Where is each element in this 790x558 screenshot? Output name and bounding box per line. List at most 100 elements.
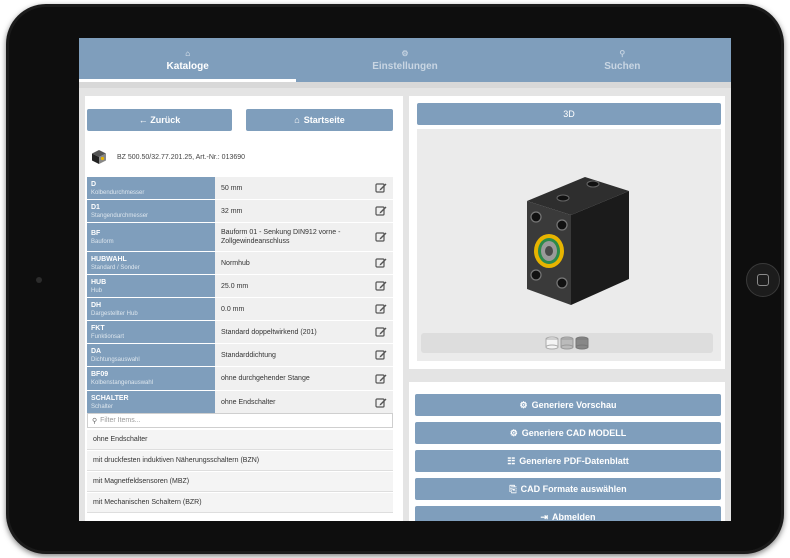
param-row[interactable]: BF Bauform Bauform 01 - Senkung DIN912 vor… (87, 223, 393, 252)
edit-icon[interactable] (369, 344, 393, 366)
option-item-label: ohne Endschalter (93, 436, 148, 443)
top-hole (586, 180, 600, 188)
param-code: D1 (91, 203, 100, 211)
param-value: 25.0 mm (215, 275, 369, 297)
cog-icon: ⚙ (519, 399, 528, 410)
cad-formats-label: CAD Formate auswählen (520, 484, 627, 494)
param-row[interactable]: DA Dichtungsauswahl Standarddichtung (87, 344, 393, 367)
param-row[interactable]: HUB Hub 25.0 mm (87, 275, 393, 298)
generate-pdf-label: Generiere PDF-Datenblatt (519, 456, 629, 466)
startseite-button[interactable]: ⌂ Startseite (246, 109, 393, 131)
tab-einstellungen[interactable]: ⚙ Einstellungen (296, 38, 513, 82)
front-hole (556, 277, 568, 289)
edit-icon[interactable] (369, 367, 393, 390)
edit-icon[interactable] (369, 252, 393, 274)
front-hole (530, 269, 542, 281)
param-key: FKT Funktionsart (87, 321, 215, 343)
logout-button[interactable]: ⇥ Abmelden (415, 506, 721, 521)
actions-panel: ⚙ Generiere Vorschau ⚙ Generiere CAD MOD… (409, 382, 725, 521)
view-mode-icons[interactable] (545, 336, 589, 350)
product-cube-icon (92, 150, 106, 164)
edit-icon[interactable] (369, 275, 393, 297)
generate-pdf-button[interactable]: ☷ Generiere PDF-Datenblatt (415, 450, 721, 472)
param-row[interactable]: FKT Funktionsart Standard doppeltwirkend (… (87, 321, 393, 344)
generate-preview-button[interactable]: ⚙ Generiere Vorschau (415, 394, 721, 416)
view-3d-button[interactable]: 3D (417, 103, 721, 125)
param-value: Standarddichtung (215, 344, 369, 366)
edit-icon[interactable] (369, 223, 393, 251)
option-item-label: mit Mechanischen Schaltern (BZR) (93, 499, 202, 506)
product-header: BZ 500.50/32.77.201.25, Art.-Nr.: 013690 (91, 146, 245, 168)
param-key: HUBWAHL Standard / Sonder (87, 252, 215, 274)
nav-button-row: ← Zurück ⌂ Startseite (87, 109, 393, 131)
tab-suchen-label: Suchen (604, 60, 641, 72)
cad-formats-button[interactable]: ⎘ CAD Formate auswählen (415, 478, 721, 500)
param-value: Standard doppeltwirkend (201) (215, 321, 369, 343)
camera-dot (36, 277, 42, 283)
back-button[interactable]: ← Zurück (87, 109, 232, 131)
edit-icon[interactable] (369, 177, 393, 199)
top-nav: ⌂ Kataloge ⚙ Einstellungen ⚲ Suchen (79, 38, 731, 82)
option-item[interactable]: mit druckfesten induktiven Näherungsscha… (87, 451, 393, 471)
filter-input-placeholder: Filter Items... (100, 417, 141, 424)
tab-kataloge[interactable]: ⌂ Kataloge (79, 38, 297, 82)
home-button-square-icon (757, 274, 769, 286)
filter-input[interactable]: ⚲ Filter Items... (87, 413, 393, 428)
parameter-table: D Kolbendurchmesser 50 mm D1 Stangendurchmes… (87, 177, 393, 415)
edit-icon[interactable] (369, 321, 393, 343)
param-name: Hub (91, 287, 103, 294)
top-hole (556, 194, 570, 202)
home-button[interactable] (746, 263, 780, 297)
3d-viewer[interactable] (417, 129, 721, 361)
home-icon: ⌂ (294, 115, 300, 125)
param-key: SCHALTER Schalter (87, 391, 215, 414)
option-item-label: mit Magnetfeldsensoren (MBZ) (93, 478, 190, 485)
tab-suchen[interactable]: ⚲ Suchen (514, 38, 731, 82)
param-row[interactable]: SCHALTER Schalter ohne Endschalter (87, 391, 393, 415)
param-value: Bauform 01 - Senkung DIN912 vorne - Zoll… (215, 223, 369, 251)
generate-cad-label: Generiere CAD MODELL (521, 428, 627, 438)
param-name: Dargestellter Hub (91, 310, 138, 317)
file-icon: ⎘ (509, 483, 517, 494)
param-code: BF (91, 229, 101, 237)
configurator-panel: ← Zurück ⌂ Startseite BZ 500.50/32.77.20… (85, 96, 403, 521)
param-row[interactable]: BF09 Kolbenstangenauswahl ohne durchgehend… (87, 367, 393, 391)
param-key: HUB Hub (87, 275, 215, 297)
sitemap-icon: ☷ (507, 455, 516, 466)
rod-center (545, 246, 553, 256)
edit-icon[interactable] (369, 391, 393, 414)
param-row[interactable]: D Kolbendurchmesser 50 mm (87, 177, 393, 200)
option-item[interactable]: mit Magnetfeldsensoren (MBZ) (87, 472, 393, 492)
param-row[interactable]: HUBWAHL Standard / Sonder Normhub (87, 252, 393, 275)
param-value: ohne Endschalter (215, 391, 369, 414)
back-button-label: ← Zurück (138, 115, 181, 125)
cylinder-model (527, 177, 629, 305)
param-row[interactable]: D1 Stangendurchmesser 32 mm (87, 200, 393, 223)
view-3d-label: 3D (563, 109, 575, 119)
param-code: DA (91, 347, 102, 355)
tab-einstellungen-label: Einstellungen (372, 60, 438, 72)
param-row[interactable]: DH Dargestellter Hub 0.0 mm (87, 298, 393, 321)
param-value: 32 mm (215, 200, 369, 222)
cogs-icon: ⚙ (509, 427, 518, 438)
option-item[interactable]: mit Mechanischen Schaltern (BZR) (87, 493, 393, 513)
edit-icon[interactable] (369, 298, 393, 320)
edit-icon[interactable] (369, 200, 393, 222)
param-name: Stangendurchmesser (91, 212, 149, 219)
startseite-button-label: Startseite (303, 115, 345, 125)
app-screen: ⌂ Kataloge ⚙ Einstellungen ⚲ Suchen ← Zu… (79, 38, 731, 521)
logout-icon: ⇥ (540, 511, 549, 522)
generate-cad-button[interactable]: ⚙ Generiere CAD MODELL (415, 422, 721, 444)
param-key: BF09 Kolbenstangenauswahl (87, 367, 215, 390)
param-name: Schalter (91, 404, 114, 410)
option-item[interactable]: ohne Endschalter (87, 430, 393, 450)
param-value: 50 mm (215, 177, 369, 199)
param-name: Dichtungsauswahl (91, 356, 140, 363)
param-code: BF09 (91, 371, 109, 378)
param-value: ohne durchgehender Stange (215, 367, 369, 390)
param-code: FKT (91, 324, 105, 332)
front-hole (530, 211, 542, 223)
param-name: Standard / Sonder (91, 264, 140, 271)
param-code: DH (91, 301, 102, 309)
home-icon: ⌂ (185, 48, 191, 58)
